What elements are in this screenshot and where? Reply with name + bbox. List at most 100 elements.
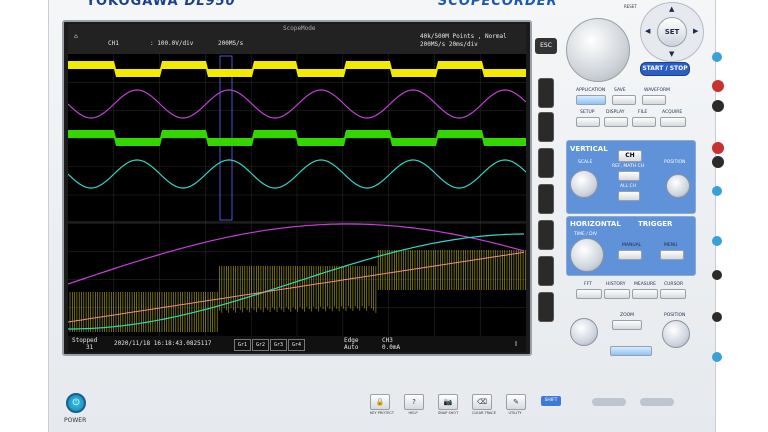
input-connector (712, 236, 722, 246)
vertical-position-knob[interactable] (666, 174, 690, 198)
screen-topbar: ScopeMode ⌂ CH1 : 100.0V/div 200MS/s 40k… (68, 24, 526, 54)
fft-button[interactable] (576, 289, 602, 299)
measure-label: MEASURE (634, 282, 656, 287)
trigger-menu-button[interactable] (660, 250, 684, 260)
history-label: HISTORY (606, 282, 626, 287)
reset-label: RESET (624, 4, 637, 9)
vertical-title: VERTICAL (570, 145, 608, 153)
screen-statusbar: Stopped 31 2020/11/18 16:18:43.0825117 G… (68, 336, 526, 352)
group-tab-4[interactable]: Gr4 (288, 339, 305, 351)
trigger-type: Edge (344, 337, 359, 344)
group-tab-3[interactable]: Gr3 (270, 339, 287, 351)
arrow-down-icon[interactable]: ▼ (669, 50, 674, 58)
arrow-right-icon[interactable]: ▶ (693, 27, 698, 35)
usb-port-2 (640, 398, 674, 406)
mode-title: ScopeMode (283, 25, 316, 32)
display-label: DISPLAY (606, 110, 625, 115)
acq-status: Stopped (72, 337, 98, 344)
measure-button[interactable] (632, 289, 658, 299)
setup-button[interactable] (576, 117, 600, 127)
zoom-mag-knob[interactable] (570, 318, 598, 346)
power-label: POWER (64, 417, 87, 424)
record-info-1: 40k/500M Points , Normal (420, 33, 507, 40)
softkey-3[interactable] (538, 148, 554, 178)
manual-label: MANUAL (622, 243, 642, 248)
group-tab-2[interactable]: Gr2 (252, 339, 269, 351)
ch-button[interactable]: CH (618, 150, 642, 162)
input-connector (712, 52, 722, 62)
save-button[interactable] (612, 95, 636, 105)
help-label: HELP (408, 411, 418, 415)
input-connector (712, 142, 724, 154)
timediv-label: TIME / DIV (574, 232, 598, 237)
help-button[interactable]: ? (404, 394, 424, 410)
softkey-4[interactable] (538, 184, 554, 214)
snapshot-label: SNAP SHOT (438, 411, 459, 415)
history-button[interactable] (604, 289, 630, 299)
clear-trace-button[interactable]: ⌫ (472, 394, 492, 410)
softkey-6[interactable] (538, 256, 554, 286)
key-protect-button[interactable]: 🔒 (370, 394, 390, 410)
math-label: REF, MATH CH (612, 164, 645, 169)
softkey-1[interactable] (538, 78, 554, 108)
start-stop-button[interactable]: START / STOP (640, 62, 690, 76)
zoom-label: ZOOM (620, 313, 635, 318)
channel-label: CH1 (108, 40, 119, 47)
zoom-button[interactable] (612, 320, 642, 330)
input-connector (712, 312, 722, 322)
power-button[interactable]: ⏻ (66, 393, 86, 413)
file-button[interactable] (632, 117, 656, 127)
clear-trace-label: CLEAR TRACE (472, 411, 496, 415)
time-div-knob[interactable] (570, 238, 604, 272)
utility-label: UTILITY (508, 411, 522, 415)
trigger-level: 0.0mA (382, 344, 401, 351)
allch-button[interactable] (618, 191, 640, 201)
arrow-left-icon[interactable]: ◀ (645, 27, 650, 35)
input-connector (712, 270, 722, 280)
snapshot-button[interactable]: 📷 (438, 394, 458, 410)
cursor-button[interactable] (660, 289, 686, 299)
application-button[interactable] (576, 95, 606, 105)
timestamp: 2020/11/18 16:18:43.0825117 (114, 340, 212, 347)
record-info-2: 200MS/s 20ms/div (420, 41, 478, 48)
input-connector (712, 156, 724, 168)
display-button[interactable] (604, 117, 628, 127)
zoom-select-button[interactable] (610, 346, 652, 356)
fft-label: FFT (584, 282, 592, 287)
allch-label: ALL CH (620, 184, 637, 189)
trigger-mode: Auto (344, 344, 359, 351)
utility-button[interactable]: ✎ (506, 394, 526, 410)
arrow-up-icon[interactable]: ▲ (669, 5, 674, 13)
softkey-5[interactable] (538, 220, 554, 250)
input-connector (712, 80, 724, 92)
usb-port (592, 398, 626, 406)
acquire-button[interactable] (660, 117, 686, 127)
position-label-v: POSITION (664, 160, 686, 165)
brand-name: YOKOGAWA DL950 (86, 0, 236, 9)
trigger-title: TRIGGER (638, 220, 673, 228)
vertical-scale-knob[interactable] (570, 170, 598, 198)
menu-icon[interactable]: ⌂ (74, 33, 78, 40)
waveform-button[interactable] (642, 95, 666, 105)
jog-shuttle-knob[interactable] (566, 18, 630, 82)
menu-label: MENU (664, 243, 678, 248)
set-button[interactable]: SET (657, 17, 687, 47)
key-protect-label: KEY PROTECT (370, 411, 394, 415)
acq-count: 31 (86, 344, 94, 351)
panel-toggle-icon[interactable]: ▯ (514, 340, 518, 347)
esc-button[interactable]: ESC (535, 38, 557, 54)
input-connector (712, 100, 724, 112)
softkey-7[interactable] (538, 292, 554, 322)
position-label-h: POSITION (664, 313, 686, 318)
horizontal-title: HORIZONTAL (570, 220, 621, 228)
manual-button[interactable] (618, 250, 642, 260)
zoom-position-knob[interactable] (662, 320, 690, 348)
shift-button[interactable]: SHIFT (541, 396, 561, 406)
softkey-2[interactable] (538, 112, 554, 142)
input-connector (712, 186, 722, 196)
application-label: APPLICATION (576, 88, 606, 93)
cursor-label: CURSOR (664, 282, 684, 287)
vdiv-readout: : 100.0V/div (150, 40, 194, 47)
group-tab-1[interactable]: Gr1 (234, 339, 251, 351)
math-button[interactable] (618, 171, 640, 181)
